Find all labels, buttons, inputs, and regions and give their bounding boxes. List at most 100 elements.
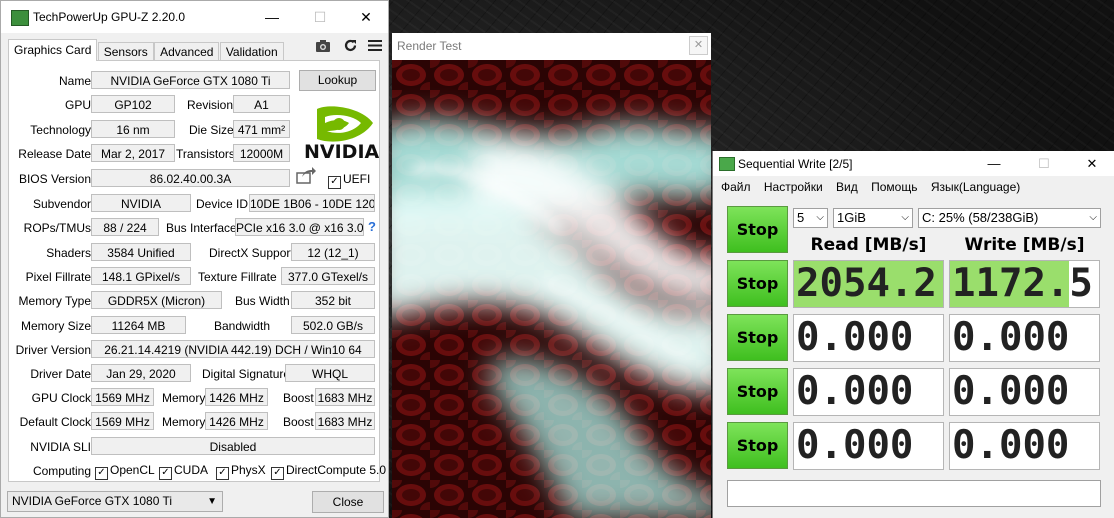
test-size-select[interactable]: 1GiB ⌵ [833, 208, 913, 228]
pixel-fillrate-label: Pixel Fillrate [25, 270, 91, 284]
menu-icon[interactable] [368, 39, 382, 55]
directcompute-checkbox[interactable]: ✓ DirectCompute 5.0 [271, 463, 386, 480]
physx-checkbox[interactable]: ✓ PhysX [216, 463, 266, 480]
technology-field: 16 nm [91, 120, 175, 138]
write-result: 0.000 [949, 368, 1100, 416]
gpu-select[interactable]: NVIDIA GeForce GTX 1080 Ti ▼ [7, 491, 223, 512]
cdm-app-icon [719, 157, 735, 171]
device-id-field: 10DE 1B06 - 10DE 120F [249, 194, 375, 212]
tab-graphics-card[interactable]: Graphics Card [8, 39, 98, 61]
cdm-menubar: Файл Настройки Вид Помощь Язык(Language) [713, 176, 1114, 198]
read-result: 0.000 [793, 368, 944, 416]
read-result: 2054.2 [793, 260, 944, 308]
menu-view[interactable]: Вид [836, 180, 858, 194]
cdm-title: Sequential Write [2/5] [738, 157, 853, 171]
sli-field: Disabled [91, 437, 375, 455]
uefi-checkbox[interactable]: ✓ UEFI [328, 172, 370, 189]
chevron-down-icon: ⌵ [816, 212, 824, 223]
cdm-minimize-button[interactable]: — [971, 151, 1017, 176]
transistors-label: Transistors [176, 147, 235, 161]
default-clock-label: Default Clock [19, 415, 91, 429]
help-icon[interactable]: ? [368, 219, 376, 234]
bandwidth-label: Bandwidth [214, 319, 271, 333]
shaders-field: 3584 Unified [91, 243, 191, 261]
gpu-clock-memory-field: 1426 MHz [205, 388, 268, 406]
bus-width-field: 352 bit [291, 291, 375, 309]
gpu-clock-memory-label: Memory [162, 391, 206, 405]
name-label: Name [58, 74, 91, 88]
write-value: 1172.5 [952, 261, 1093, 306]
driver-date-label: Driver Date [30, 367, 91, 381]
camera-icon[interactable] [315, 39, 331, 56]
tab-sensors[interactable]: Sensors [97, 42, 154, 62]
device-id-label: Device ID [196, 197, 249, 211]
memory-size-label: Memory Size [20, 319, 91, 333]
gpu-clock-field: 1569 MHz [91, 388, 154, 406]
opencl-checkbox[interactable]: ✓ OpenCL [95, 463, 155, 480]
driver-version-field: 26.21.14.4219 (NVIDIA 442.19) DCH / Win1… [91, 340, 375, 358]
sequential-write-window: Sequential Write [2/5] — ☐ ✕ Файл Настро… [712, 151, 1114, 518]
tab-advanced[interactable]: Advanced [154, 42, 220, 62]
default-clock-boost-label: Boost [283, 415, 314, 429]
stop-button[interactable]: Stop [727, 422, 788, 469]
close-button[interactable]: Close [312, 491, 384, 513]
menu-file[interactable]: Файл [721, 180, 751, 194]
comment-input[interactable] [727, 480, 1101, 507]
tab-validation[interactable]: Validation [219, 42, 284, 62]
chevron-down-icon: ⌵ [1089, 212, 1097, 223]
gpu-clock-label: GPU Clock [31, 391, 91, 405]
write-result: 1172.5 [949, 260, 1100, 308]
default-clock-boost-field: 1683 MHz [315, 412, 375, 430]
die-size-label: Die Size [189, 123, 234, 137]
gpu-clock-boost-field: 1683 MHz [315, 388, 375, 406]
render-close-button[interactable]: ✕ [689, 36, 708, 55]
test-count-value: 5 [797, 210, 805, 225]
cdm-maximize-button: ☐ [1038, 156, 1050, 171]
gpuz-titlebar[interactable]: TechPowerUp GPU-Z 2.20.0 — ☐ ✕ [1, 1, 388, 33]
stop-all-button[interactable]: Stop [727, 206, 788, 253]
read-header: Read [MB/s] [810, 235, 927, 255]
test-count-select[interactable]: 5 ⌵ [793, 208, 828, 228]
menu-settings[interactable]: Настройки [764, 180, 823, 194]
release-date-field: Mar 2, 2017 [91, 144, 175, 162]
gpuz-app-icon [11, 10, 29, 26]
nvidia-logo-text: NVIDIA [304, 141, 380, 163]
stop-button[interactable]: Stop [727, 260, 788, 307]
physx-label: PhysX [231, 463, 266, 477]
memory-type-label: Memory Type [18, 294, 91, 308]
cuda-checkbox[interactable]: ✓ CUDA [159, 463, 208, 480]
drive-value: C: 25% (58/238GiB) [922, 210, 1039, 225]
cdm-close-button[interactable]: ✕ [1069, 151, 1114, 176]
minimize-button[interactable]: — [249, 1, 295, 33]
die-size-field: 471 mm² [233, 120, 290, 138]
transistors-field: 12000M [233, 144, 290, 162]
gpu-field: GP102 [91, 95, 175, 113]
bandwidth-field: 502.0 GB/s [291, 316, 375, 334]
stop-button[interactable]: Stop [727, 368, 788, 415]
check-icon: ✓ [216, 467, 229, 480]
menu-help[interactable]: Помощь [871, 180, 917, 194]
cdm-titlebar[interactable]: Sequential Write [2/5] — ☐ ✕ [713, 151, 1114, 176]
refresh-icon[interactable] [343, 38, 358, 56]
stop-button[interactable]: Stop [727, 314, 788, 361]
read-value: 2054.2 [796, 261, 937, 306]
lookup-button[interactable]: Lookup [299, 70, 376, 91]
bios-version-label: BIOS Version [18, 172, 91, 186]
default-clock-memory-field: 1426 MHz [205, 412, 268, 430]
render-test-title[interactable]: Render Test [392, 33, 711, 60]
default-clock-memory-label: Memory [162, 415, 206, 429]
bus-interface-label: Bus Interface [166, 221, 237, 235]
directx-label: DirectX Support [209, 246, 294, 260]
close-window-button[interactable]: ✕ [343, 1, 389, 33]
check-icon: ✓ [271, 467, 284, 480]
render-canvas [392, 60, 711, 518]
drive-select[interactable]: C: 25% (58/238GiB) ⌵ [918, 208, 1101, 228]
share-icon[interactable] [296, 167, 316, 189]
gpu-select-value: NVIDIA GeForce GTX 1080 Ti [12, 494, 173, 508]
subvendor-label: Subvendor [32, 197, 91, 211]
gpu-label: GPU [64, 98, 91, 112]
bios-version-field: 86.02.40.00.3A [91, 169, 290, 187]
revision-field: A1 [233, 95, 290, 113]
render-test-window: Render Test ✕ [392, 33, 711, 518]
menu-language[interactable]: Язык(Language) [931, 180, 1020, 194]
